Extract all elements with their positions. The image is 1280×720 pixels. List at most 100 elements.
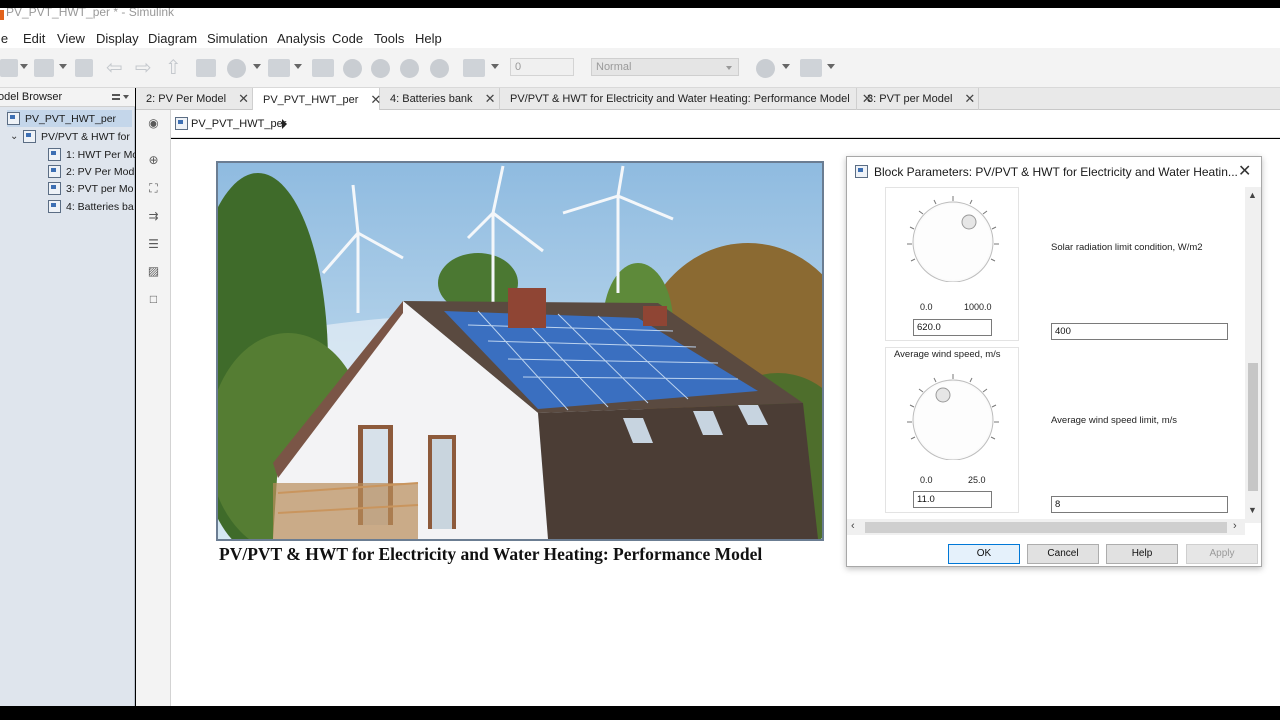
tab-label: 3: PVT per Model bbox=[867, 93, 953, 105]
vertical-scrollbar[interactable]: ▲ ▼ bbox=[1245, 187, 1261, 523]
zoom-icon[interactable]: ⊕ bbox=[146, 153, 161, 168]
tab-performance-model[interactable]: PV/PVT & HWT for Electricity and Water H… bbox=[500, 88, 873, 110]
wind-value-input[interactable]: 11.0 bbox=[913, 491, 992, 508]
check-icon[interactable] bbox=[756, 59, 775, 78]
tree-item-label: PV/PVT & HWT for bbox=[41, 130, 130, 143]
menu-display[interactable]: Display bbox=[96, 31, 139, 46]
wind-limit-input[interactable]: 8 bbox=[1051, 496, 1228, 513]
stop-icon[interactable] bbox=[430, 59, 449, 78]
menu-view[interactable]: View bbox=[57, 31, 85, 46]
knob-max-label: 1000.0 bbox=[964, 302, 992, 312]
menu-diagram[interactable]: Diagram bbox=[148, 31, 197, 46]
image-icon[interactable]: ▨ bbox=[146, 264, 161, 279]
chevron-down-icon[interactable]: ▼ bbox=[1248, 505, 1257, 515]
block-parameters-dialog: Block Parameters: PV/PVT & HWT for Elect… bbox=[846, 156, 1262, 567]
tab-pvt-per-model[interactable]: 3: PVT per Model ✕ bbox=[857, 88, 979, 110]
chevron-down-icon[interactable] bbox=[782, 64, 790, 69]
chevron-down-icon[interactable] bbox=[20, 64, 28, 69]
open-folder-icon[interactable] bbox=[34, 59, 54, 77]
ok-button[interactable]: OK bbox=[948, 544, 1020, 564]
chevron-left-icon[interactable]: ‹ bbox=[851, 520, 855, 532]
menu-file[interactable]: le bbox=[0, 31, 8, 46]
chevron-down-icon[interactable] bbox=[294, 64, 302, 69]
tree-item-pvt[interactable]: 3: PVT per Mo bbox=[48, 180, 135, 197]
save-icon[interactable] bbox=[75, 59, 93, 77]
chevron-down-icon[interactable] bbox=[123, 95, 129, 99]
close-icon[interactable]: ✕ bbox=[485, 91, 496, 107]
model-browser-title: odel Browser bbox=[0, 91, 63, 103]
menu-code[interactable]: Code bbox=[332, 31, 363, 46]
close-icon[interactable]: ✕ bbox=[1238, 161, 1251, 181]
model-browser: odel Browser PV_PVT_HWT_per ⌄ PV/PVT & H… bbox=[0, 88, 135, 706]
tab-pv-per-model[interactable]: 2: PV Per Model ✕ bbox=[136, 88, 253, 110]
tree-item-subsystem[interactable]: ⌄ PV/PVT & HWT for bbox=[10, 128, 135, 145]
menu-simulation[interactable]: Simulation bbox=[207, 31, 268, 46]
dialog-title: Block Parameters: PV/PVT & HWT for Elect… bbox=[874, 165, 1238, 179]
tree-item-batteries[interactable]: 4: Batteries ba bbox=[48, 198, 135, 215]
hide-browser-icon[interactable]: ◉ bbox=[146, 116, 161, 131]
help-button[interactable]: Help bbox=[1106, 544, 1178, 564]
tab-label: 2: PV Per Model bbox=[146, 93, 227, 105]
scrollbar-thumb[interactable] bbox=[865, 522, 1227, 533]
subsystem-icon bbox=[48, 200, 61, 213]
menu-analysis[interactable]: Analysis bbox=[277, 31, 325, 46]
model-icon bbox=[175, 117, 188, 130]
tree-item-root[interactable]: PV_PVT_HWT_per bbox=[7, 110, 132, 127]
step-back-icon[interactable] bbox=[343, 59, 362, 78]
breadcrumb-label[interactable]: PV_PVT_HWT_per bbox=[191, 118, 286, 130]
menu-help[interactable]: Help bbox=[415, 31, 442, 46]
knob-panel-radiation: 0.0 1000.0 620.0 bbox=[885, 187, 1019, 341]
build-icon[interactable] bbox=[312, 59, 334, 77]
run-icon[interactable] bbox=[371, 59, 390, 78]
arrow-icon[interactable]: ⇉ bbox=[146, 209, 161, 224]
subsystem-icon bbox=[48, 182, 61, 195]
grid-icon[interactable] bbox=[800, 59, 822, 77]
simulation-mode-select[interactable]: Normal bbox=[591, 58, 739, 76]
tab-batteries-bank[interactable]: 4: Batteries bank ✕ bbox=[380, 88, 500, 110]
wind-knob-title: Average wind speed, m/s bbox=[894, 349, 1001, 360]
subsystem-icon bbox=[23, 130, 36, 143]
cancel-button[interactable]: Cancel bbox=[1027, 544, 1099, 564]
tab-pv-pvt-hwt-per[interactable]: PV_PVT_HWT_per ✕ bbox=[253, 88, 381, 111]
subsystem-icon bbox=[48, 148, 61, 161]
model-caption: PV/PVT & HWT for Electricity and Water H… bbox=[219, 544, 763, 564]
scrollbar-thumb[interactable] bbox=[1248, 363, 1258, 491]
chevron-right-icon[interactable]: › bbox=[1233, 520, 1237, 532]
model-explorer-icon[interactable] bbox=[268, 59, 290, 77]
chevron-down-icon[interactable] bbox=[253, 64, 261, 69]
block-icon bbox=[855, 165, 868, 178]
close-icon[interactable]: ✕ bbox=[964, 91, 975, 107]
new-model-icon[interactable] bbox=[0, 59, 18, 77]
menu-icon[interactable] bbox=[112, 94, 120, 100]
radiation-knob[interactable] bbox=[902, 192, 1004, 282]
step-forward-icon[interactable] bbox=[400, 59, 419, 78]
apply-button[interactable]: Apply bbox=[1186, 544, 1258, 564]
area-icon[interactable]: □ bbox=[146, 292, 161, 307]
radiation-limit-input[interactable]: 400 bbox=[1051, 323, 1228, 340]
chevron-down-icon[interactable] bbox=[827, 64, 835, 69]
radiation-value-input[interactable]: 620.0 bbox=[913, 319, 992, 336]
chevron-right-icon[interactable] bbox=[282, 119, 287, 129]
menu-edit[interactable]: Edit bbox=[23, 31, 45, 46]
tree-item-pv[interactable]: 2: PV Per Mod bbox=[48, 163, 135, 180]
scope-icon[interactable] bbox=[463, 59, 485, 77]
close-icon[interactable]: ✕ bbox=[238, 91, 249, 107]
tree-item-hwt[interactable]: 1: HWT Per Mo bbox=[48, 146, 135, 163]
horizontal-scrollbar[interactable]: ‹ › bbox=[847, 519, 1245, 535]
annotation-icon[interactable]: ☰ bbox=[146, 237, 161, 252]
chevron-down-icon[interactable]: ⌄ bbox=[10, 131, 20, 142]
stop-time-input[interactable]: 0 bbox=[510, 58, 574, 76]
menu-bar: le Edit View Display Diagram Simulation … bbox=[0, 28, 1280, 48]
chevron-down-icon[interactable] bbox=[491, 64, 499, 69]
wind-knob[interactable] bbox=[902, 370, 1004, 460]
forward-arrow-icon[interactable]: ⇨ bbox=[135, 58, 152, 78]
up-arrow-icon[interactable]: ⇧ bbox=[165, 58, 182, 78]
fit-icon[interactable]: ⛶ bbox=[146, 181, 161, 196]
chevron-down-icon[interactable] bbox=[59, 64, 67, 69]
library-browser-icon[interactable] bbox=[196, 59, 216, 77]
settings-gear-icon[interactable] bbox=[227, 59, 246, 78]
back-arrow-icon[interactable]: ⇦ bbox=[106, 58, 123, 78]
menu-tools[interactable]: Tools bbox=[374, 31, 404, 46]
chevron-up-icon[interactable]: ▲ bbox=[1248, 190, 1257, 200]
toolbar: ⇦ ⇨ ⇧ 0 Normal bbox=[0, 48, 1280, 88]
